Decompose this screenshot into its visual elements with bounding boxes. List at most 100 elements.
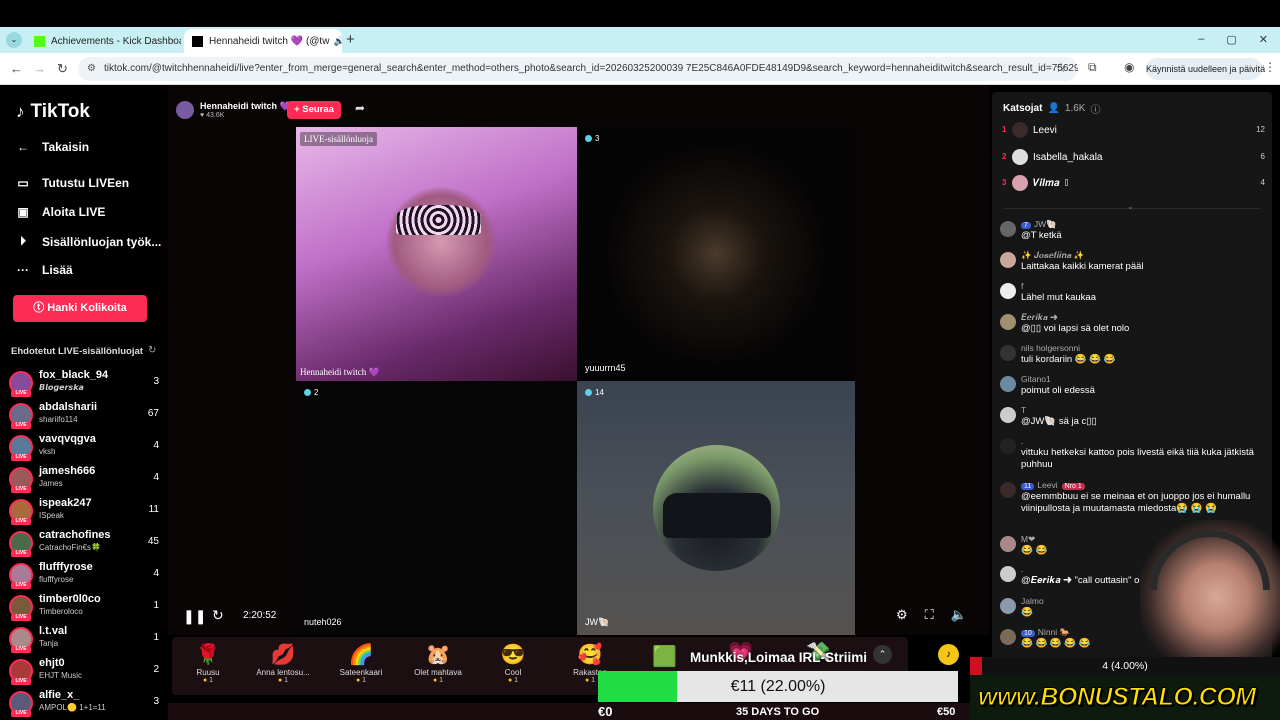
chat-avatar[interactable] — [1000, 376, 1016, 392]
tiktok-logo[interactable]: ♪ TikTok — [16, 101, 90, 123]
nav-item-3[interactable]: ⏵ Sisällönluojan työk... — [16, 234, 161, 249]
creator-item[interactable]: LIVE flufffyrose flufffyrose 4 — [9, 561, 159, 589]
chat-avatar[interactable] — [1000, 536, 1016, 552]
chat-avatar[interactable] — [1000, 482, 1016, 498]
top-viewer-score: 4 — [1260, 178, 1265, 187]
bookmark-star-icon[interactable]: ☆ — [1055, 60, 1067, 76]
creator-viewer-count: 3 — [153, 376, 159, 387]
info-icon[interactable]: ⓘ — [1090, 101, 1100, 116]
chat-avatar[interactable] — [1000, 221, 1016, 237]
chat-username[interactable]: f — [1021, 281, 1023, 291]
nav-item-2[interactable]: ▣ Aloita LIVE — [16, 205, 105, 219]
creator-item[interactable]: LIVE ispeak247 ISpeak 11 — [9, 497, 159, 525]
gift-item[interactable]: 🐹 Olet mahtava ● 1 — [403, 642, 473, 684]
top-viewer-row[interactable]: 3 𝑽𝒊𝒍𝒎𝒂 ▯ 4 — [1001, 175, 1265, 195]
creator-item[interactable]: LIVE ehjt0 EHJT Music 2 — [9, 657, 159, 685]
creator-item[interactable]: LIVE fox_black_94 𝘽𝙡𝙤𝙜𝙚𝙧𝙨𝙠𝙖 3 — [9, 369, 159, 397]
creator-item[interactable]: LIVE catrachofines CatrachoFin€s🍀 45 — [9, 529, 159, 557]
chat-avatar[interactable] — [1000, 407, 1016, 423]
chat-username[interactable]: Gitano1 — [1021, 374, 1051, 384]
creator-item[interactable]: LIVE abdalsharii shariifo114 67 — [9, 401, 159, 429]
creator-item[interactable]: LIVE vavqvqgva vksh 4 — [9, 433, 159, 461]
creator-item[interactable]: LIVE jamesh666 James 4 — [9, 465, 159, 493]
top-viewer-avatar[interactable] — [1012, 149, 1028, 165]
top-viewer-name: Isabella_hakala — [1033, 152, 1103, 163]
chat-username[interactable]: . — [1021, 436, 1023, 446]
fullscreen-icon[interactable]: ⛶ — [925, 607, 934, 623]
chat-username[interactable]: 7 JW🐚 — [1021, 219, 1057, 230]
creator-item[interactable]: LIVE alfie_x_ AMPOL🟡 1+1=11 3 — [9, 689, 159, 717]
nav-item-1[interactable]: ▭ Tutustu LIVEen — [16, 176, 129, 190]
gift-price: ● 1 — [326, 677, 396, 684]
chat-avatar[interactable] — [1000, 314, 1016, 330]
back-arrow-icon: ← — [17, 140, 29, 154]
tab-search-icon[interactable]: ⌄ — [6, 32, 22, 48]
chat-username[interactable]: ✨ 𝑱𝒐𝒔𝒆𝒇𝒊𝒊𝒏𝒂 ✨ — [1021, 250, 1084, 261]
host-info[interactable]: Hennaheidi twitch 💜 ♥ 43.6K — [176, 99, 291, 121]
chat-username[interactable]: nils holgersonni — [1021, 343, 1080, 353]
chat-avatar[interactable] — [1000, 345, 1016, 361]
forward-icon[interactable]: → — [33, 61, 46, 76]
profile-icon[interactable]: ◉ — [1124, 60, 1134, 74]
new-tab-button[interactable]: + — [346, 31, 355, 48]
gift-item[interactable]: 😎 Cool ● 1 — [478, 642, 548, 684]
nav-item-4[interactable]: ··· Lisää — [16, 263, 73, 277]
volume-icon[interactable]: 🔈 — [951, 607, 967, 623]
chat-avatar[interactable] — [1000, 598, 1016, 614]
viewer-dot-icon — [585, 389, 592, 396]
get-coins-button[interactable]: ⓣ Hanki Kolikoita — [13, 295, 147, 322]
creator-item[interactable]: LIVE timber0l0co Timberoloco 1 — [9, 593, 159, 621]
chat-username[interactable]: 𝑬𝒆𝒓𝒊𝒌𝒂 ➜ — [1021, 312, 1058, 323]
reload-icon[interactable]: ↻ — [57, 61, 68, 77]
follow-button[interactable]: + Seuraa — [287, 101, 341, 119]
audio-icon[interactable]: 🔊 — [333, 36, 342, 47]
close-window-icon[interactable]: ✕ — [1259, 33, 1268, 46]
chat-avatar[interactable] — [1000, 252, 1016, 268]
chat-username[interactable]: 10 Ninni 🐎 — [1021, 627, 1070, 638]
tab-kick-dashboard[interactable]: Achievements - Kick Dashboard ✕ — [26, 29, 181, 53]
back-icon[interactable]: ← — [10, 61, 23, 76]
minecraft-gift-icon[interactable]: 🟩 — [652, 644, 677, 669]
nav-item-0[interactable]: ← Takaisin — [16, 140, 89, 154]
coin-balance-icon[interactable]: ♪ — [938, 644, 959, 665]
video-cell-host[interactable] — [296, 127, 577, 381]
chat-avatar[interactable] — [1000, 629, 1016, 645]
chat-avatar[interactable] — [1000, 566, 1016, 582]
minimize-icon[interactable]: – — [1198, 33, 1204, 46]
chat-avatar[interactable] — [1000, 283, 1016, 299]
video-cell-yuuurrn45[interactable] — [577, 127, 855, 381]
share-icon[interactable]: ➦ — [355, 101, 365, 115]
chevron-down-icon[interactable]: ⌄ — [1127, 202, 1134, 211]
chat-username[interactable]: Jalmo — [1021, 596, 1044, 606]
chat-username[interactable]: M❤ — [1021, 534, 1035, 545]
maximize-icon[interactable]: ▢ — [1226, 33, 1236, 46]
creator-item[interactable]: LIVE l.t.val Tanja 1 — [9, 625, 159, 653]
chat-username[interactable]: . — [1021, 564, 1023, 574]
gift-item[interactable]: 💋 Anna lentosu... ● 1 — [248, 642, 318, 684]
gift-item[interactable]: 🌈 Sateenkaari ● 1 — [326, 642, 396, 684]
video-cell-nuteh026[interactable] — [296, 381, 577, 635]
settings-icon[interactable]: ⚙ — [896, 607, 908, 623]
top-viewer-avatar[interactable] — [1012, 175, 1028, 191]
top-viewer-row[interactable]: 2 Isabella_hakala 6 — [1001, 149, 1265, 169]
top-viewer-row[interactable]: 1 Leevi 12 — [1001, 122, 1265, 142]
expand-gifts-icon[interactable]: ⌃ — [873, 645, 892, 664]
host-avatar[interactable] — [176, 101, 194, 119]
menu-icon[interactable]: ⋮ — [1264, 60, 1276, 74]
tab-tiktok-live[interactable]: Hennaheidi twitch 💜 (@tw 🔊 ✕ — [184, 29, 342, 53]
viewer-count-cell4: 14 — [585, 388, 604, 397]
refresh-icon[interactable]: ↻ — [148, 345, 156, 356]
site-info-icon[interactable]: ⚙ — [87, 57, 96, 81]
top-viewer-avatar[interactable] — [1012, 122, 1028, 138]
restart-update-button[interactable]: Käynnistä uudelleen ja päivitä — [1146, 58, 1265, 80]
pause-icon[interactable]: ❚❚ — [183, 608, 206, 625]
extensions-icon[interactable]: ⧉ — [1088, 60, 1097, 75]
chat-username[interactable]: 11 Leevi Nro 1 — [1021, 480, 1088, 490]
chat-avatar[interactable] — [1000, 438, 1016, 454]
viewers-header[interactable]: Katsojat 👤 1.6K ⓘ — [1003, 101, 1100, 116]
replay-icon[interactable]: ↻ — [212, 607, 224, 624]
chat-username[interactable]: T — [1021, 405, 1026, 415]
host-face — [386, 187, 496, 297]
gift-item[interactable]: 🌹 Ruusu ● 1 — [173, 642, 243, 684]
address-bar[interactable]: ⚙ tiktok.com/@twitchhennaheidi/live?ente… — [78, 57, 1078, 81]
